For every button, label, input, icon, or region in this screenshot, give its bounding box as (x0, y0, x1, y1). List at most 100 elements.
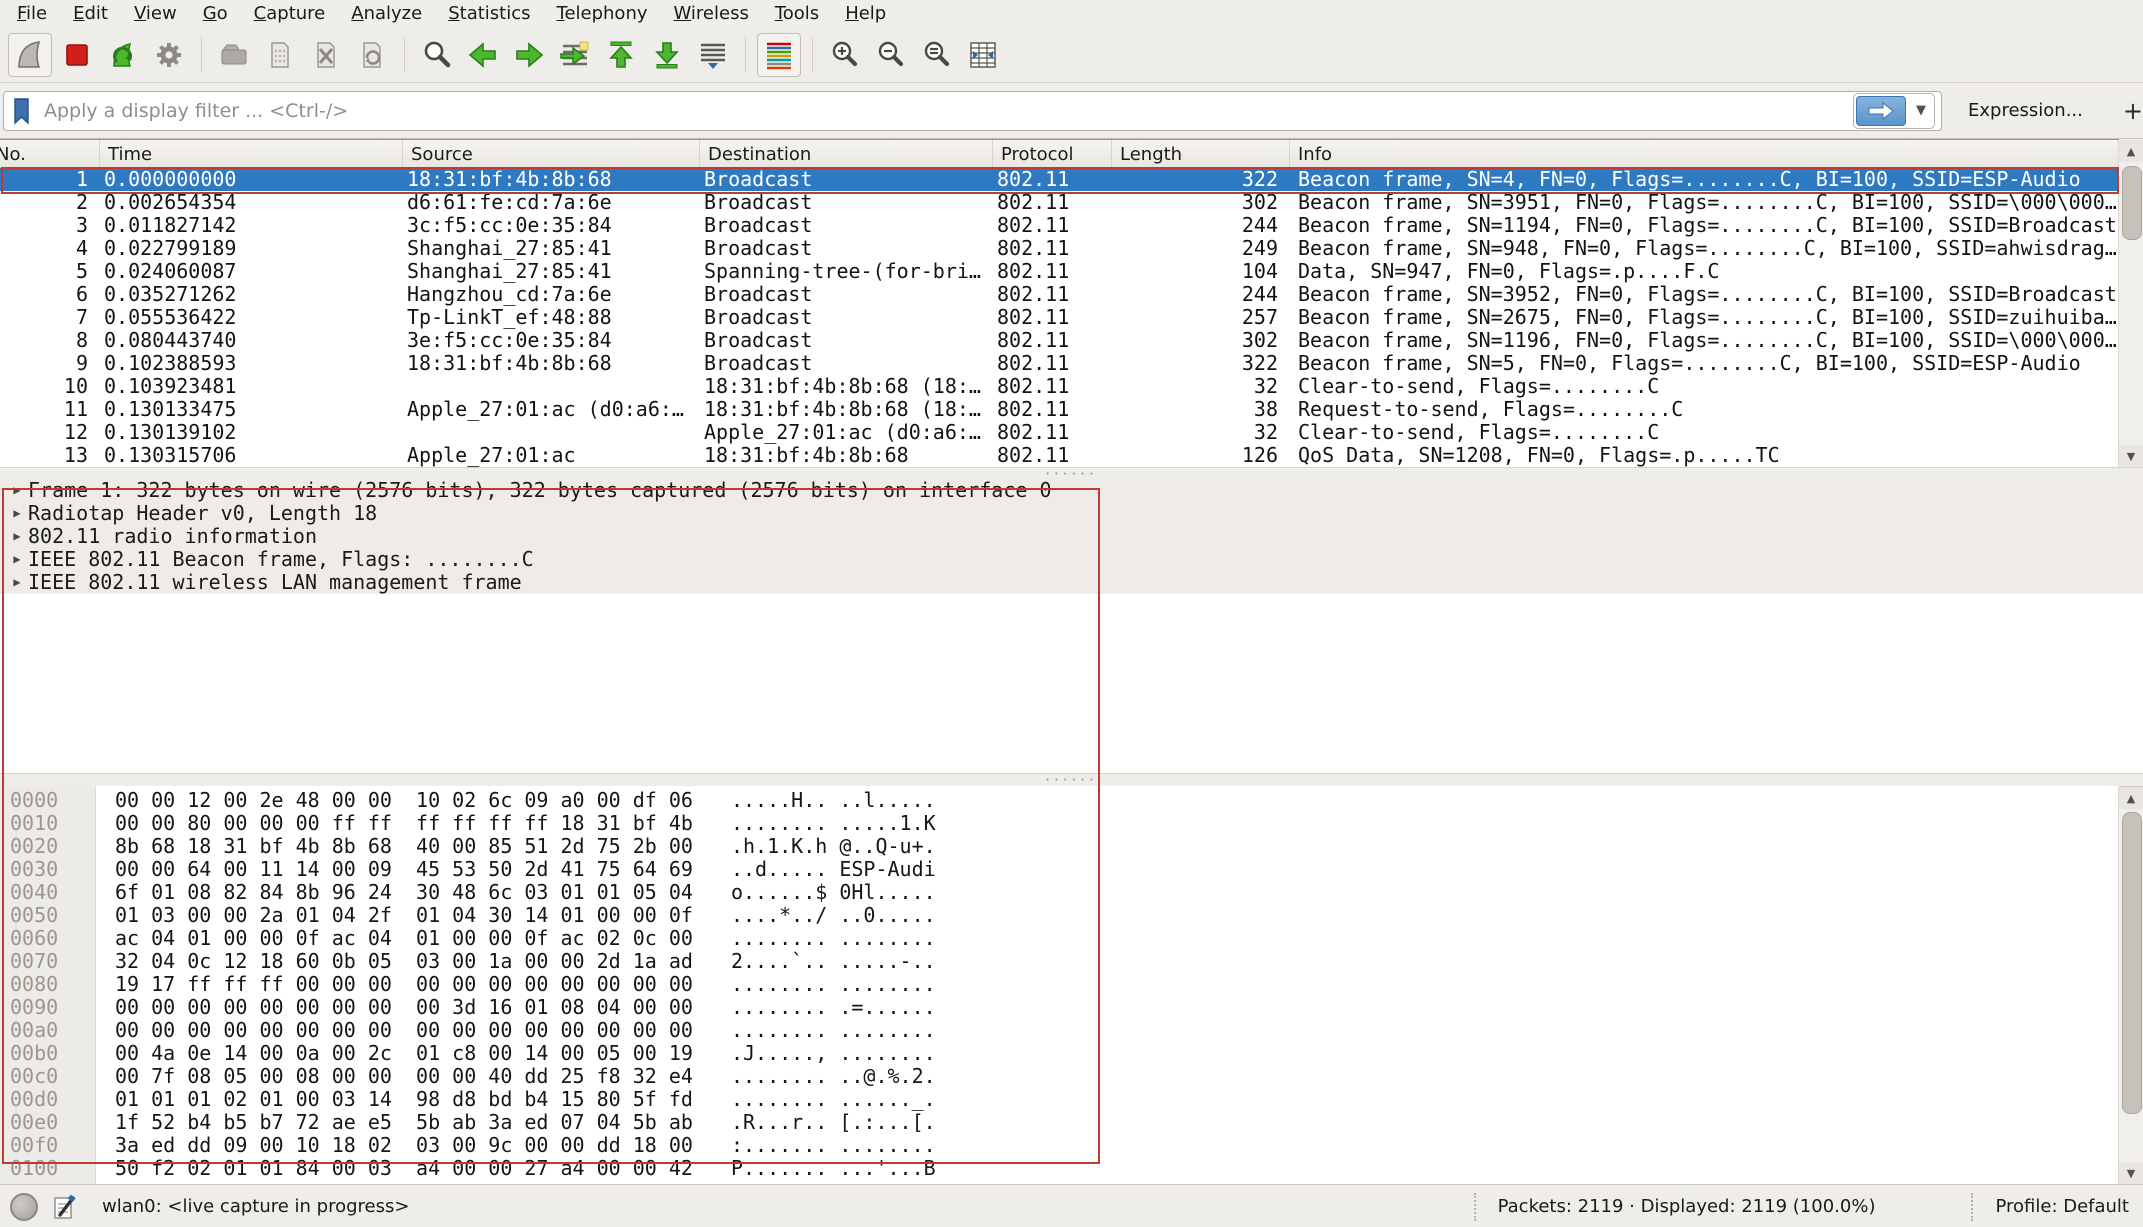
hex-row[interactable]: 001000 00 80 00 00 00 ff ff ff ff ff ff … (0, 812, 2119, 835)
cell-info: Clear-to-send, Flags=........C (1290, 421, 2119, 444)
menu-edit[interactable]: Edit (63, 2, 118, 25)
expert-info-indicator[interactable] (10, 1193, 38, 1221)
packet-row[interactable]: 120.130139102Apple_27:01:ac (d0:a6:…802.… (0, 421, 2119, 444)
menu-file[interactable]: File (7, 2, 57, 25)
hex-row[interactable]: 00406f 01 08 82 84 8b 96 24 30 48 6c 03 … (0, 881, 2119, 904)
scrollbar-thumb[interactable] (2122, 812, 2142, 1114)
expression-button[interactable]: Expression... (1968, 100, 2083, 121)
column-header-length[interactable]: Length (1112, 140, 1290, 168)
filter-bookmark-icon[interactable] (10, 96, 34, 126)
capture-options-button[interactable] (148, 34, 190, 76)
hex-row[interactable]: 0060ac 04 01 00 00 0f ac 04 01 00 00 0f … (0, 927, 2119, 950)
column-header-source[interactable]: Source (403, 140, 700, 168)
hex-row[interactable]: 00e01f 52 b4 b5 b7 72 ae e5 5b ab 3a ed … (0, 1111, 2119, 1134)
packet-row[interactable]: 30.0118271423c:f5:cc:0e:35:84Broadcast80… (0, 214, 2119, 237)
filter-dropdown-caret[interactable]: ▼ (1916, 103, 1926, 118)
scroll-up-icon[interactable]: ▲ (2119, 140, 2143, 162)
restart-capture-button[interactable] (102, 34, 144, 76)
packet-row[interactable]: 80.0804437403e:f5:cc:0e:35:84Broadcast80… (0, 329, 2119, 352)
hex-row[interactable]: 00f03a ed dd 09 00 10 18 02 03 00 9c 00 … (0, 1134, 2119, 1157)
menu-capture[interactable]: Capture (244, 2, 336, 25)
menu-tools[interactable]: Tools (765, 2, 829, 25)
menu-analyze[interactable]: Analyze (341, 2, 432, 25)
save-capture-button[interactable] (259, 34, 301, 76)
open-capture-button[interactable] (213, 34, 255, 76)
column-header-destination[interactable]: Destination (700, 140, 993, 168)
packet-row[interactable]: 20.002654354d6:61:fe:cd:7a:6eBroadcast80… (0, 191, 2119, 214)
hex-ascii: o......$ 0Hl..... (731, 881, 936, 904)
scroll-down-icon[interactable]: ▼ (2119, 1162, 2143, 1184)
stop-capture-button[interactable] (56, 34, 98, 76)
scroll-down-icon[interactable]: ▼ (2119, 445, 2143, 467)
hex-row[interactable]: 00c000 7f 08 05 00 08 00 00 00 00 40 dd … (0, 1065, 2119, 1088)
detail-row[interactable]: ▶Radiotap Header v0, Length 18 (0, 502, 2143, 525)
packet-row[interactable]: 40.022799189Shanghai_27:85:41Broadcast80… (0, 237, 2119, 260)
reload-capture-button[interactable] (351, 34, 393, 76)
hex-row[interactable]: 00d001 01 01 02 01 00 03 14 98 d8 bd b4 … (0, 1088, 2119, 1111)
capture-comment-icon[interactable] (52, 1193, 78, 1221)
zoom-in-button[interactable] (824, 34, 866, 76)
hex-row[interactable]: 009000 00 00 00 00 00 00 00 00 3d 16 01 … (0, 996, 2119, 1019)
packet-row[interactable]: 130.130315706Apple_27:01:ac18:31:bf:4b:8… (0, 444, 2119, 467)
apply-filter-button[interactable] (1856, 96, 1906, 126)
first-packet-button[interactable] (600, 34, 642, 76)
scroll-up-icon[interactable]: ▲ (2119, 787, 2143, 809)
hex-row[interactable]: 007032 04 0c 12 18 60 0b 05 03 00 1a 00 … (0, 950, 2119, 973)
display-filter-input[interactable] (42, 99, 1853, 123)
hex-row[interactable]: 010050 f2 02 01 01 84 00 03 a4 00 00 27 … (0, 1157, 2119, 1180)
packet-row[interactable]: 110.130133475Apple_27:01:ac (d0:a6:…18:3… (0, 398, 2119, 421)
colorize-packets-button[interactable] (757, 33, 801, 77)
close-capture-button[interactable] (305, 34, 347, 76)
hex-row[interactable]: 005001 03 00 00 2a 01 04 2f 01 04 30 14 … (0, 904, 2119, 927)
column-header-info[interactable]: Info (1290, 140, 2119, 168)
packet-row[interactable]: 100.10392348118:31:bf:4b:8b:68 (18:…802.… (0, 375, 2119, 398)
go-to-packet-button[interactable] (554, 34, 596, 76)
pane-splitter-bottom[interactable]: ······ (0, 773, 2143, 787)
expand-arrow-icon[interactable]: ▶ (6, 502, 28, 525)
menu-go[interactable]: Go (193, 2, 238, 25)
packet-row[interactable]: 50.024060087Shanghai_27:85:41Spanning-tr… (0, 260, 2119, 283)
previous-packet-button[interactable] (462, 34, 504, 76)
scrollbar-thumb[interactable] (2122, 166, 2142, 240)
expand-arrow-icon[interactable]: ▶ (6, 571, 28, 594)
auto-scroll-button[interactable] (692, 34, 734, 76)
menu-statistics[interactable]: Statistics (438, 2, 540, 25)
packet-row[interactable]: 60.035271262Hangzhou_cd:7a:6eBroadcast80… (0, 283, 2119, 306)
expand-arrow-icon[interactable]: ▶ (6, 479, 28, 502)
packet-row[interactable]: 90.10238859318:31:bf:4b:8b:68Broadcast80… (0, 352, 2119, 375)
detail-row[interactable]: ▶IEEE 802.11 wireless LAN management fra… (0, 571, 2143, 594)
menu-help[interactable]: Help (835, 2, 896, 25)
packet-row[interactable]: 10.00000000018:31:bf:4b:8b:68Broadcast80… (0, 168, 2119, 191)
hex-scrollbar[interactable]: ▲ ▼ (2118, 787, 2143, 1184)
menu-telephony[interactable]: Telephony (547, 2, 658, 25)
find-packet-button[interactable] (416, 34, 458, 76)
hex-row[interactable]: 00208b 68 18 31 bf 4b 8b 68 40 00 85 51 … (0, 835, 2119, 858)
column-header-no[interactable]: No. (0, 140, 100, 168)
profile-selector[interactable]: Profile: Default (1995, 1196, 2129, 1217)
last-packet-button[interactable] (646, 34, 688, 76)
zoom-reset-button[interactable] (916, 34, 958, 76)
hex-row[interactable]: 000000 00 12 00 2e 48 00 00 10 02 6c 09 … (0, 789, 2119, 812)
detail-row[interactable]: ▶802.11 radio information (0, 525, 2143, 548)
hex-row[interactable]: 003000 00 64 00 11 14 00 09 45 53 50 2d … (0, 858, 2119, 881)
expand-arrow-icon[interactable]: ▶ (6, 525, 28, 548)
packet-row[interactable]: 70.055536422Tp-LinkT_ef:48:88Broadcast80… (0, 306, 2119, 329)
zoom-out-button[interactable] (870, 34, 912, 76)
display-filter-field[interactable]: ▼ (3, 91, 1942, 131)
start-capture-button[interactable] (8, 33, 52, 77)
detail-row[interactable]: ▶Frame 1: 322 bytes on wire (2576 bits),… (0, 479, 2143, 502)
expand-arrow-icon[interactable]: ▶ (6, 548, 28, 571)
next-packet-button[interactable] (508, 34, 550, 76)
hex-row[interactable]: 008019 17 ff ff ff 00 00 00 00 00 00 00 … (0, 973, 2119, 996)
menu-wireless[interactable]: Wireless (664, 2, 759, 25)
packet-list-scrollbar[interactable]: ▲ ▼ (2118, 140, 2143, 467)
cell-dst: Apple_27:01:ac (d0:a6:… (700, 421, 993, 444)
resize-columns-button[interactable] (962, 34, 1004, 76)
hex-row[interactable]: 00b000 4a 0e 14 00 0a 00 2c 01 c8 00 14 … (0, 1042, 2119, 1065)
hex-row[interactable]: 00a000 00 00 00 00 00 00 00 00 00 00 00 … (0, 1019, 2119, 1042)
detail-row[interactable]: ▶IEEE 802.11 Beacon frame, Flags: ......… (0, 548, 2143, 571)
menu-view[interactable]: View (124, 2, 187, 25)
column-header-time[interactable]: Time (100, 140, 403, 168)
add-filter-button[interactable]: + (2105, 97, 2143, 125)
column-header-protocol[interactable]: Protocol (993, 140, 1112, 168)
